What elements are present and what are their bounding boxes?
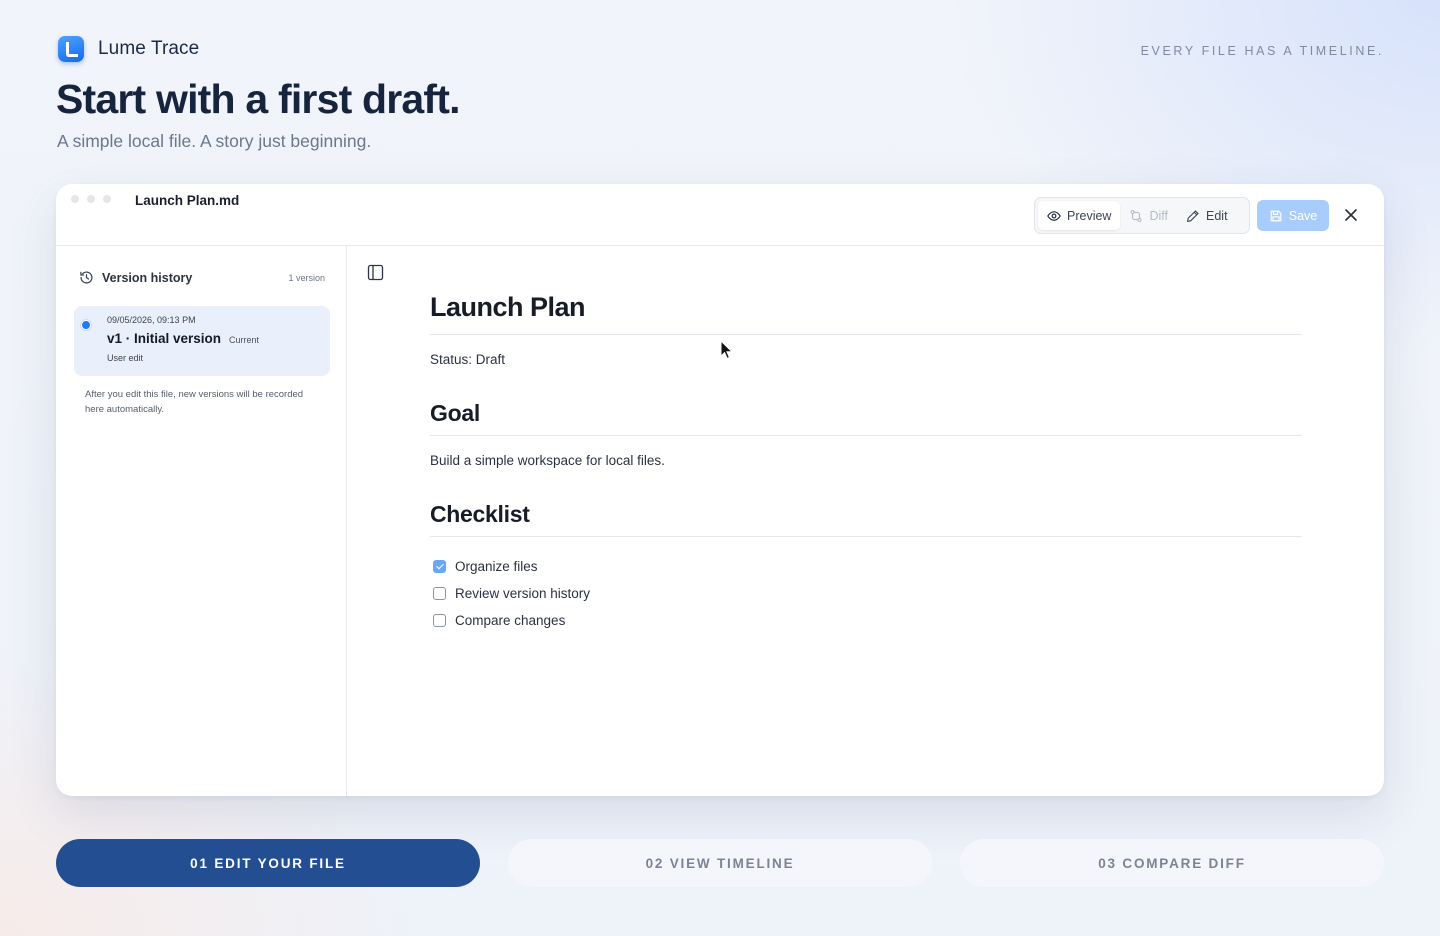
window-minimize-dot[interactable] [87,195,95,203]
save-label: Save [1288,208,1318,223]
close-icon[interactable] [1342,206,1360,224]
edit-button[interactable]: Edit [1177,201,1237,230]
doc-title: Launch Plan [430,292,1302,335]
markdown-document: Launch Plan Status: Draft Goal Build a s… [430,292,1302,634]
goal-heading: Goal [430,400,1302,436]
version-source: User edit [107,353,144,363]
checklist-label: Organize files [455,559,538,574]
brand: Lume Trace [58,36,199,62]
window-close-dot[interactable] [71,195,79,203]
document-preview: Launch Plan Status: Draft Goal Build a s… [348,246,1384,796]
goal-text: Build a simple workspace for local files… [430,453,665,468]
version-history-note: After you edit this file, new versions w… [85,389,304,415]
version-date: 09/05/2026, 09:13 PM [107,315,196,325]
preview-button[interactable]: Preview [1038,201,1121,230]
checkbox-unchecked[interactable] [433,614,446,627]
checklist-item: Organize files [430,553,1302,580]
checklist-heading: Checklist [430,501,1302,537]
save-icon [1270,210,1282,221]
checklist-label: Review version history [455,586,591,601]
window-titlebar: Launch Plan.md Preview Diff Edit Save [56,184,1384,246]
step-edit-file[interactable]: 01 EDIT YOUR FILE [56,839,480,887]
edit-label: Edit [1206,208,1228,223]
checkbox-unchecked[interactable] [433,587,446,600]
app-logo-icon [58,36,84,62]
step-view-timeline[interactable]: 02 VIEW TIMELINE [508,839,932,887]
version-history-title: Version history [102,270,193,285]
hero-title: Start with a first draft. [56,76,461,122]
doc-status: Status: Draft [430,352,506,367]
checklist-label: Compare changes [455,613,566,628]
checklist-item: Review version history [430,580,1302,607]
checkbox-checked[interactable] [433,560,446,573]
version-item[interactable]: 09/05/2026, 09:13 PM v1 · Initial versio… [74,306,330,376]
tagline: EVERY FILE HAS A TIMELINE. [1140,44,1384,58]
hero-subtitle: A simple local file. A story just beginn… [57,131,372,151]
save-button[interactable]: Save [1257,200,1329,231]
diff-icon [1130,209,1143,222]
onboarding-steps: 01 EDIT YOUR FILE 02 VIEW TIMELINE 03 CO… [56,839,1384,887]
preview-label: Preview [1067,208,1112,223]
version-title: v1 · Initial version [107,331,222,346]
file-name: Launch Plan.md [135,193,240,208]
window-zoom-dot[interactable] [103,195,111,203]
version-count: 1 version [288,273,325,283]
version-title-row: v1 · Initial version Current [107,331,259,346]
history-icon [80,271,93,284]
current-version-dot [81,320,91,330]
version-history-sidebar: Version history 1 version 09/05/2026, 09… [56,246,347,796]
sidebar-toggle-icon[interactable] [367,264,384,281]
step-compare-diff[interactable]: 03 COMPARE DIFF [960,839,1384,887]
window-controls [71,195,111,203]
diff-button[interactable]: Diff [1120,201,1177,230]
diff-label: Diff [1149,208,1168,223]
current-badge: Current [229,335,260,345]
view-mode-toolbar: Preview Diff Edit [1034,197,1250,234]
cursor-icon [720,340,734,360]
version-history-header: Version history [79,270,192,285]
eye-icon [1047,210,1061,221]
editor-window: Launch Plan.md Preview Diff Edit Save Ve… [56,184,1384,796]
brand-name: Lume Trace [98,38,200,59]
checklist: Organize files Review version history Co… [430,553,1302,634]
checklist-item: Compare changes [430,607,1302,634]
pencil-icon [1186,209,1199,222]
